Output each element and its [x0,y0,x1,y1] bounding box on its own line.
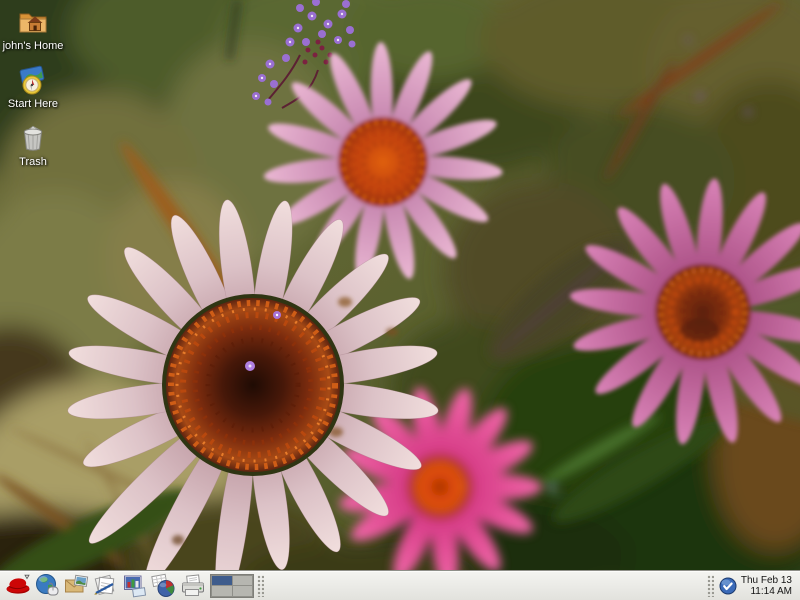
word-processor-icon [92,572,120,599]
desktop-icon-label: Trash [19,156,47,168]
printer-icon [179,572,207,599]
presentation-icon [121,572,149,599]
start-here-icon [16,63,50,97]
desktop-icon-label: john's Home [3,40,64,52]
web-browser-icon [34,572,62,599]
presentation-launcher[interactable] [120,572,149,599]
printer-launcher[interactable] [178,572,207,599]
blue-check-icon [719,577,737,595]
main-menu-button[interactable] [4,572,33,599]
web-browser-launcher[interactable] [33,572,62,599]
word-processor-launcher[interactable] [91,572,120,599]
desktop-icon-home[interactable]: john's Home [2,5,64,52]
desktop-icon-start-here[interactable]: Start Here [2,63,64,110]
panel-drag-handle[interactable] [257,575,264,597]
clock[interactable]: Thu Feb 13 11:14 AM [739,575,796,597]
email-icon [63,572,91,599]
clock-date: Thu Feb 13 [741,575,792,586]
desktop: john's Home Start Here [0,0,800,600]
home-folder-icon [16,5,50,39]
clock-time: 11:14 AM [741,586,792,597]
wallpaper-image [0,0,800,600]
workspace-cell[interactable] [212,576,232,586]
rhn-alert-icon[interactable] [717,574,739,598]
desktop-icon-column: john's Home Start Here [2,5,64,168]
email-launcher[interactable] [62,572,91,599]
desktop-icon-label: Start Here [8,98,58,110]
spreadsheet-icon [150,572,178,599]
notification-area-handle[interactable] [707,575,714,597]
trash-icon [16,121,50,155]
workspace-cell[interactable] [233,576,253,586]
workspace-switcher[interactable] [210,574,254,598]
desktop-icon-trash[interactable]: Trash [2,121,64,168]
taskbar-panel: Thu Feb 13 11:14 AM [0,570,800,600]
workspace-cell[interactable] [233,586,253,596]
workspace-cell[interactable] [212,586,232,596]
red-hat-menu-icon [5,572,33,599]
spreadsheet-launcher[interactable] [149,572,178,599]
